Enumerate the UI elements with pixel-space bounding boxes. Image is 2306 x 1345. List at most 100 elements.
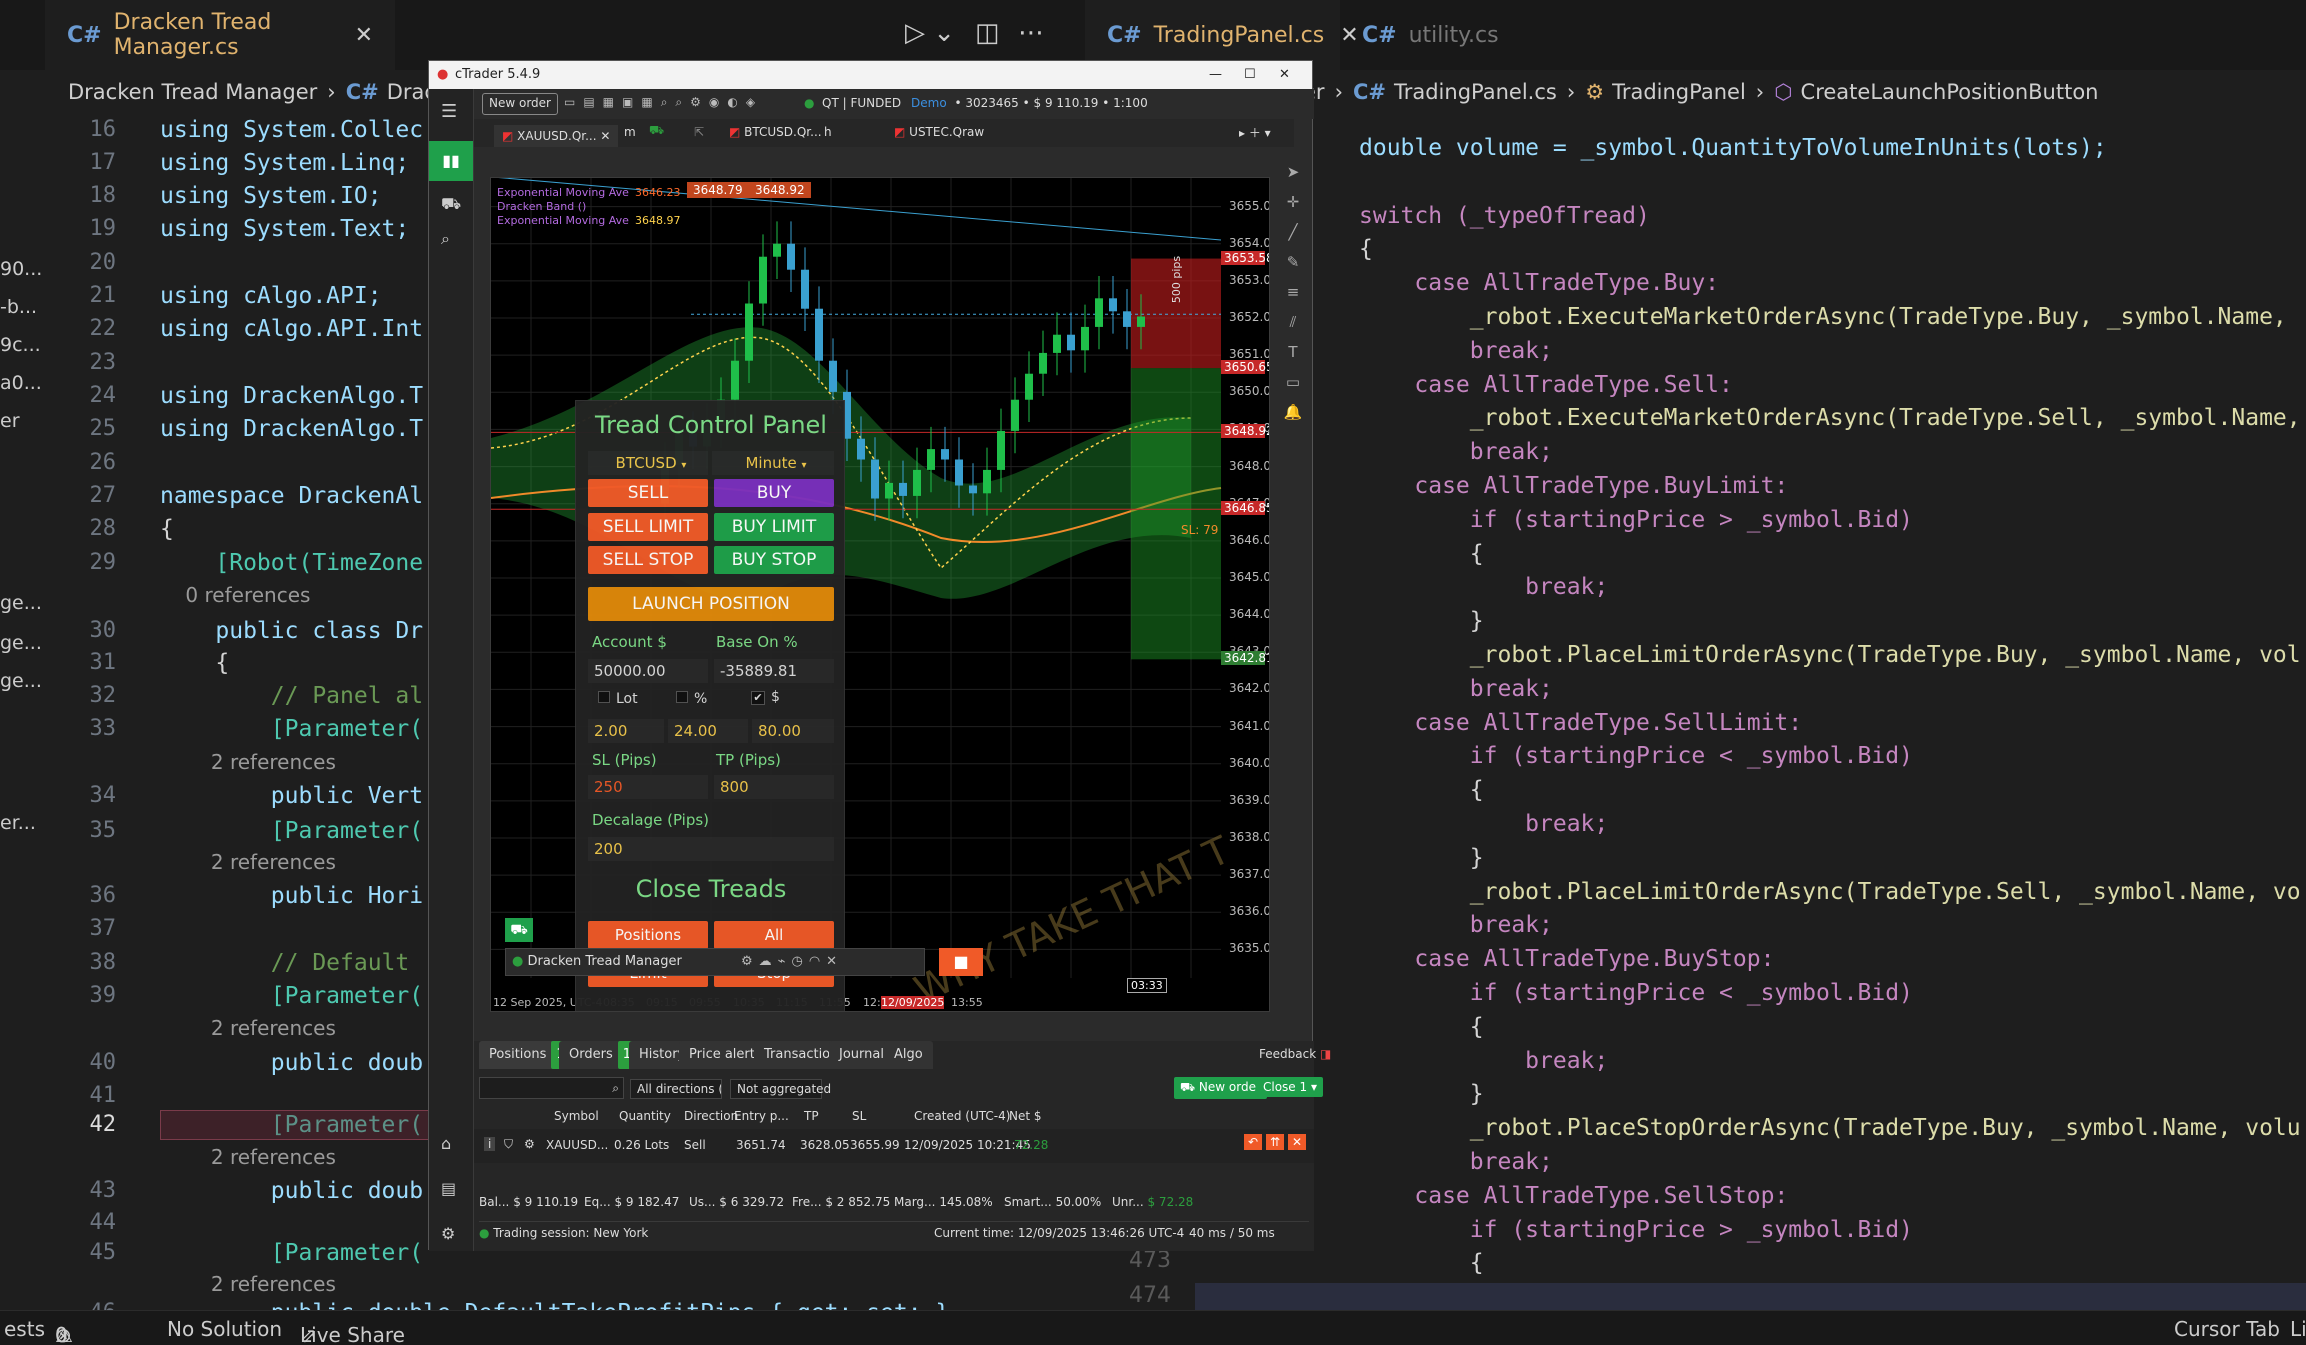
run-icon[interactable]: ▷ ⌄ (905, 18, 955, 48)
tp-input[interactable]: 800 (714, 775, 834, 799)
column-header[interactable]: TP (804, 1109, 819, 1123)
gear-icon[interactable]: ⚙ (524, 1137, 535, 1151)
sell-stop-button[interactable]: SELL STOP (588, 546, 708, 574)
toolbar-icons[interactable]: ▭▤▦▣▦⌕⌕⚙◉◐◈ (564, 95, 763, 110)
bid-price[interactable]: 3648.79 (687, 182, 749, 198)
line-icon[interactable]: ╱ (1288, 223, 1297, 241)
reverse-icon[interactable]: ↶ (1244, 1134, 1263, 1150)
menu-icon[interactable]: ☰ (441, 101, 457, 122)
close-all-button[interactable]: All (714, 921, 834, 949)
layout-icon[interactable]: ⛟ (649, 123, 664, 139)
column-header[interactable]: Net $ (1009, 1109, 1042, 1123)
lot-checkbox[interactable]: Lot (598, 691, 638, 707)
bot-icon[interactable]: ⛟ (505, 918, 533, 942)
shield-icon[interactable]: ⛉ (504, 1137, 513, 1152)
explorer-fragment[interactable]: er... (0, 812, 36, 834)
breadcrumb-item[interactable]: Dracken Tread Manager (68, 80, 317, 104)
breadcrumb-item[interactable]: TradingPanel.cs (1394, 80, 1557, 104)
close-position-icon[interactable]: ✕ (1288, 1134, 1307, 1150)
chart-tab-ustec[interactable]: ◩ USTEC.Qraw (894, 125, 984, 139)
column-header[interactable]: Entry p... (734, 1109, 789, 1123)
chart-tab-btcusd[interactable]: ◩ BTCUSD.Qr... (729, 125, 822, 139)
account-bar[interactable]: QT | FUNDED Demo • 3023465 • $ 9 110.19 … (822, 96, 1148, 110)
close-positions-button[interactable]: Positions (588, 921, 708, 949)
buy-button[interactable]: BUY (714, 479, 834, 507)
copy-icon[interactable]: ⛟ (441, 194, 461, 215)
solution-status[interactable]: No Solution (167, 1317, 282, 1341)
usd-input[interactable]: 80.00 (752, 719, 834, 743)
close-icon[interactable]: ✕ (355, 23, 373, 48)
price-chart[interactable]: Exponential Moving Ave 3646.23 Dracken Ban… (490, 177, 1270, 1012)
column-header[interactable]: Symbol (554, 1109, 599, 1123)
info-icon[interactable]: i (484, 1137, 496, 1151)
price-tag[interactable]: 3646.85 (1221, 501, 1269, 516)
price-tag[interactable]: 3642.81 (1221, 651, 1269, 666)
new-order-button[interactable]: New order (482, 93, 558, 115)
tab-utility[interactable]: C# utility.cs (1340, 0, 1560, 70)
alert-icon[interactable]: 🔔 (1284, 403, 1303, 421)
explorer-fragment[interactable]: er (0, 410, 20, 432)
rectangle-icon[interactable]: ▭ (1286, 373, 1300, 391)
price-tag[interactable]: 3650.65 (1221, 360, 1269, 375)
bot-controls-icons[interactable]: ⚙☁⌁◷◠✕ (741, 949, 843, 975)
price-tag[interactable]: 3648.92 (1221, 424, 1269, 439)
buy-limit-button[interactable]: BUY LIMIT (714, 513, 834, 541)
tab-nav-icons[interactable]: ▸ ＋ ▾ (1239, 124, 1271, 141)
percent-input[interactable]: 24.00 (668, 719, 748, 743)
sell-limit-button[interactable]: SELL LIMIT (588, 513, 708, 541)
explorer-fragment[interactable]: 90... (0, 258, 42, 280)
sell-button[interactable]: SELL (588, 479, 708, 507)
sl-input[interactable]: 250 (588, 775, 708, 799)
double-icon[interactable]: ⇈ (1266, 1134, 1285, 1150)
column-header[interactable]: Quantity (619, 1109, 671, 1123)
breadcrumb-item[interactable]: TradingPanel (1612, 80, 1746, 104)
search-input[interactable]: ⌕ (479, 1077, 624, 1099)
direction-filter[interactable]: All directions (de... (630, 1079, 722, 1099)
explorer-fragment[interactable]: a0... (0, 372, 42, 394)
new-order-button-bottom[interactable]: ⛟ New order (1174, 1077, 1267, 1099)
more-icon[interactable]: ⋯ (1018, 18, 1044, 48)
timeframe-select[interactable]: Minute ▾ (712, 451, 834, 475)
column-header[interactable]: Created (UTC-4) (914, 1109, 1010, 1123)
tab-algo[interactable]: Algo (884, 1041, 933, 1069)
minimize-icon[interactable]: — (1209, 67, 1222, 82)
tab-dracken-tread-manager[interactable]: C# Dracken Tread Manager.cs ✕ (45, 0, 395, 70)
codelens-references[interactable]: 0 references (160, 583, 310, 607)
column-header[interactable]: SL (852, 1109, 866, 1123)
calendar-icon[interactable]: ▤ (441, 1179, 456, 1198)
bot-instance-bar[interactable]: ● Dracken Tread Manager ⚙☁⌁◷◠✕ (505, 948, 925, 976)
ask-price[interactable]: 3648.92 (749, 182, 811, 198)
explorer-fragment[interactable]: ge... (0, 670, 42, 692)
price-tag[interactable]: 3653.58 (1221, 251, 1269, 266)
launch-position-button[interactable]: LAUNCH POSITION (588, 587, 834, 621)
symbol-select[interactable]: BTCUSD ▾ (588, 451, 708, 475)
close-positions-dropdown[interactable]: Close 1 ▾ (1257, 1077, 1324, 1097)
codelens-references[interactable]: 2 references (160, 1016, 336, 1040)
lot-input[interactable]: 2.00 (588, 719, 664, 743)
indicator-item[interactable]: Exponential Moving Ave 3646.23 (497, 186, 680, 199)
crosshair-icon[interactable]: ✛ (1287, 193, 1300, 211)
explorer-fragment[interactable]: 9c... (0, 334, 41, 356)
breadcrumb-item[interactable]: CreateLaunchPositionButton (1801, 80, 2099, 104)
column-header[interactable]: Direction (684, 1109, 738, 1123)
table-row[interactable]: i ⛉ ⚙ XAUUSD... 0.26 Lots Sell 3651.74 3… (474, 1129, 1314, 1163)
fib-icon[interactable]: ≡ (1287, 283, 1300, 301)
codelens-references[interactable]: 2 references (160, 1272, 336, 1296)
drawing-tools[interactable]: ➤ ✛ ╱ ✎ ≡ ⫽ T ▭ 🔔 (1283, 157, 1303, 427)
text-icon[interactable]: T (1288, 343, 1297, 361)
aggregation-filter[interactable]: Not aggregated (730, 1079, 831, 1099)
timeframe-m[interactable]: m (624, 125, 636, 139)
split-editor-icon[interactable]: ◫ (975, 18, 1000, 48)
timeframe-h[interactable]: h (824, 125, 832, 139)
indicator-item[interactable]: Dracken Band () (497, 200, 586, 213)
explorer-fragment[interactable]: -b... (0, 296, 37, 318)
codelens-references[interactable]: 2 references (160, 850, 336, 874)
feedback-link[interactable]: Feedback ◨ (1259, 1047, 1331, 1061)
analyze-icon[interactable]: ⌕ (441, 229, 450, 249)
close-icon[interactable]: ✕ (1279, 67, 1290, 82)
explorer-fragment[interactable]: ge... (0, 632, 42, 654)
account-input[interactable]: 50000.00 (588, 659, 708, 683)
trade-icon[interactable]: ▮▮ (429, 141, 473, 181)
percent-checkbox[interactable]: % (676, 691, 707, 707)
cursor-icon[interactable]: ➤ (1287, 163, 1300, 181)
